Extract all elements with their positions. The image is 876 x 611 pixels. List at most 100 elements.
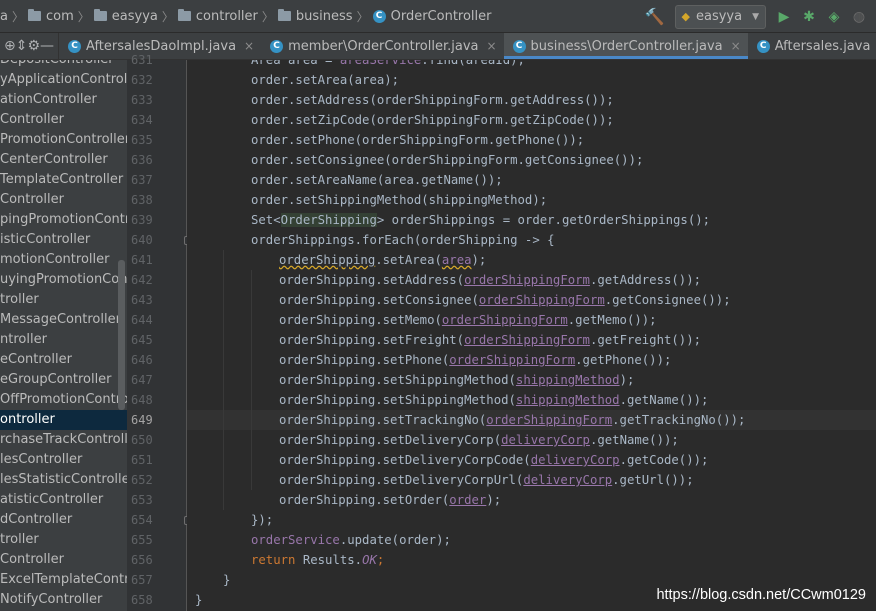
sidebar-item[interactable]: PromotionController [0, 130, 127, 150]
line-number: 657 [131, 573, 153, 587]
code-token: } [223, 573, 231, 587]
sidebar-item[interactable]: uyingPromotionContro [0, 270, 127, 290]
line-number: 635 [131, 133, 153, 147]
code-text: order.setPhone(orderShippingForm.getPhon… [251, 130, 584, 150]
locate-target-icon[interactable]: ⊕ [4, 38, 16, 54]
sidebar-item[interactable]: motionController [0, 250, 127, 270]
spring-boot-icon: ◆ [681, 10, 690, 23]
coverage-icon[interactable]: ◈ [826, 9, 842, 25]
code-line: orderShipping.setDeliveryCorpCode(delive… [187, 450, 876, 470]
code-line: order.setAddress(orderShippingForm.getAd… [187, 90, 876, 110]
line-number-gutter[interactable]: 631 632 633 634 635 636 637 638 639 640 641 642 643 6… [127, 53, 193, 611]
breadcrumb-separator-icon: 〉 [77, 9, 90, 24]
sidebar-item[interactable]: DepositController [0, 60, 127, 70]
close-icon[interactable]: × [486, 39, 496, 53]
code-text: order.setConsignee(orderShippingForm.get… [251, 150, 643, 170]
sidebar-item[interactable]: isticController [0, 230, 127, 250]
code-token: } [195, 593, 203, 607]
code-token: orderShipping.setAddress( [279, 273, 465, 287]
run-icon[interactable]: ▶ [776, 9, 792, 25]
code-token: orderShipping.setFreight( [279, 333, 465, 347]
sidebar-item[interactable]: lesController [0, 450, 127, 470]
code-editor[interactable]: Area area = areaService.find(areaId); ord… [187, 60, 876, 611]
sidebar-item[interactable]: OffPromotionController [0, 390, 127, 410]
code-token: order.setAddress(orderShippingForm.getAd… [251, 93, 614, 107]
code-token: .getFreight()); [589, 333, 702, 347]
sidebar-item[interactable]: ExcelTemplateControll [0, 570, 127, 590]
sidebar-item[interactable]: rchaseTrackController [0, 430, 127, 450]
tab-aftersales[interactable]: C Aftersales.java [748, 33, 876, 59]
breadcrumb-com[interactable]: com 〉 [27, 8, 94, 25]
code-line: orderShipping.setArea(area); [187, 250, 876, 270]
tab-business-ordercontroller[interactable]: C business\OrderController.java × [503, 33, 748, 59]
code-line: order.setShippingMethod(shippingMethod); [187, 190, 876, 210]
code-line: }); [187, 510, 876, 530]
code-line: order.setArea(area); [187, 70, 876, 90]
breadcrumb-ordercontroller[interactable]: C OrderController [372, 9, 492, 24]
code-token: .getTrackingNo()); [612, 413, 746, 427]
sidebar-item[interactable]: ationController [0, 90, 127, 110]
gear-icon[interactable]: ⚙ [27, 38, 40, 54]
sidebar-item[interactable]: CenterController [0, 150, 127, 170]
sidebar-item[interactable]: eController [0, 350, 127, 370]
tab-member-ordercontroller[interactable]: C member\OrderController.java × [261, 33, 503, 59]
run-configuration-select[interactable]: ◆ easyya ▼ [674, 4, 766, 29]
code-line: order.setAreaName(area.getName()); [187, 170, 876, 190]
sidebar-item[interactable]: ontroller [0, 410, 127, 430]
breadcrumb-root[interactable]: a 〉 [0, 8, 28, 25]
profile-icon[interactable]: ◍ [851, 9, 867, 25]
build-hammer-icon[interactable]: 🔨 [645, 7, 665, 26]
breadcrumb-business[interactable]: business 〉 [277, 8, 373, 25]
code-token: deliveryCorp [501, 433, 590, 447]
code-token: .setArea( [375, 253, 442, 267]
code-token: orderShipping [279, 253, 376, 267]
sidebar-item[interactable]: TemplateController [0, 170, 127, 190]
code-line: order.setZipCode(orderShippingForm.getZi… [187, 110, 876, 130]
code-token: orderShipping.setPhone( [279, 353, 450, 367]
code-text: }); [251, 510, 273, 530]
sidebar-item[interactable]: eGroupController [0, 370, 127, 390]
code-token: Area area = [251, 60, 340, 67]
code-text: return Results.OK; [251, 550, 384, 570]
sidebar-item[interactable]: ntroller [0, 330, 127, 350]
code-text: order.setAreaName(area.getName()); [251, 170, 503, 190]
sidebar-item[interactable]: yApplicationController [0, 70, 127, 90]
sidebar-item[interactable]: dController [0, 510, 127, 530]
sidebar-item[interactable]: pingPromotionContro [0, 210, 127, 230]
code-text: orderShipping.setMemo(orderShippingForm.… [279, 310, 657, 330]
close-icon[interactable]: × [244, 39, 254, 53]
code-line: orderShipping.setShippingMethod(shipping… [187, 370, 876, 390]
sidebar-item[interactable]: Controller [0, 550, 127, 570]
sidebar-scrollbar[interactable] [118, 260, 125, 410]
sidebar-item[interactable]: NotifyController [0, 590, 127, 610]
code-token: orderShippingForm [464, 333, 590, 347]
line-number: 653 [131, 493, 153, 507]
debug-bug-icon[interactable]: ✱ [801, 9, 817, 25]
class-icon: C [68, 39, 82, 53]
breadcrumb-label: a [0, 8, 8, 24]
breadcrumb-separator-icon: 〉 [11, 9, 24, 24]
line-number: 650 [131, 433, 153, 447]
code-token: order.setZipCode(orderShippingForm.getZi… [251, 113, 614, 127]
sidebar-item[interactable]: troller [0, 290, 127, 310]
collapse-all-icon[interactable]: ⇕ [16, 38, 28, 54]
breadcrumb-controller[interactable]: controller 〉 [177, 8, 278, 25]
sidebar-item[interactable]: lesStatisticController [0, 470, 127, 490]
code-line: orderShipping.setOrder(order); [187, 490, 876, 510]
code-text: orderService.update(order); [251, 530, 451, 550]
close-icon[interactable]: × [731, 39, 741, 53]
sidebar-item[interactable]: Controller [0, 190, 127, 210]
sidebar-item[interactable]: troller [0, 530, 127, 550]
code-token: .getName()); [619, 393, 709, 407]
code-line: Set<OrderShipping> orderShippings = orde… [187, 210, 876, 230]
hide-minus-icon[interactable]: — [40, 38, 54, 54]
sidebar-item[interactable]: atisticController [0, 490, 127, 510]
code-token: orderService [251, 533, 340, 547]
code-line: orderService.update(order); [187, 530, 876, 550]
breadcrumb-easyya[interactable]: easyya 〉 [93, 8, 178, 25]
sidebar-item[interactable]: Controller [0, 110, 127, 130]
class-icon: C [512, 39, 526, 53]
line-number: 652 [131, 473, 153, 487]
sidebar-item[interactable]: MessageController [0, 310, 127, 330]
code-line: orderShipping.setFreight(orderShippingFo… [187, 330, 876, 350]
